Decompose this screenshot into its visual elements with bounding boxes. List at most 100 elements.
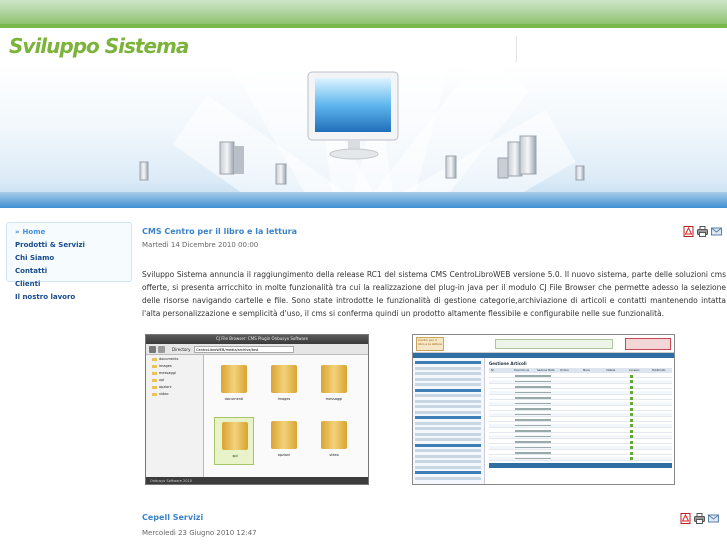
admin-side-item[interactable] [415, 383, 481, 386]
banner-illustration [139, 71, 585, 185]
admin-section-title: Gestione Articoli [489, 361, 527, 366]
admin-side-item[interactable] [415, 476, 481, 480]
admin-side-item[interactable] [415, 471, 481, 474]
table-row[interactable] [489, 374, 672, 378]
admin-side-item[interactable] [415, 449, 481, 452]
tree-item[interactable]: images [152, 364, 172, 368]
admin-side-item[interactable] [415, 410, 481, 414]
email-icon[interactable] [711, 226, 722, 237]
admin-side-item[interactable] [415, 460, 481, 463]
sidebar-item-clienti[interactable]: Clienti [15, 280, 40, 288]
table-row[interactable] [489, 401, 672, 406]
admin-side-item[interactable] [415, 372, 481, 375]
check-icon [630, 374, 633, 378]
pdf-icon[interactable] [680, 513, 691, 524]
site-title[interactable]: Sviluppo Sistema [9, 34, 189, 58]
toolbar: Directory CentroLibroWEB/media/archive/t… [146, 344, 368, 355]
admin-side-item[interactable] [415, 427, 481, 430]
admin-side-item[interactable] [415, 438, 481, 441]
table-row[interactable] [489, 429, 672, 433]
table-row[interactable] [489, 434, 672, 439]
header-banner [0, 66, 727, 208]
column-header: Visibile [606, 368, 616, 372]
screenshot-file-browser[interactable]: CJ File Browser: CMS Plugin Onbusyx Soft… [145, 334, 369, 485]
tree-item[interactable]: opzioni [152, 385, 172, 389]
table-row[interactable] [489, 396, 672, 400]
admin-header: Centro per il libro e la lettura [413, 335, 674, 353]
footer-text: Onbusyx Software 2010 [150, 479, 192, 483]
folder-icon [321, 365, 347, 393]
email-icon[interactable] [708, 513, 719, 524]
sidebar-item-prodotti[interactable]: Prodotti & Servizi [15, 241, 85, 249]
column-header: Accesso [629, 368, 640, 372]
check-icon [630, 391, 633, 394]
table-header: Nr. Descrizione Sezione Meta Ordine Menu Visi… [489, 368, 672, 373]
check-icon [630, 418, 633, 422]
article-tools-2 [680, 513, 719, 524]
admin-brand [625, 338, 671, 350]
admin-side-item[interactable] [415, 361, 481, 364]
column-header: Menu [583, 368, 591, 372]
table-row[interactable] [489, 440, 672, 444]
print-icon[interactable] [697, 226, 708, 237]
folder-icon [321, 421, 347, 449]
folder-label: messaggi [325, 397, 343, 401]
screenshot-admin-panel[interactable]: Centro per il libro e la lettura Gestion… [412, 334, 675, 485]
table-row[interactable] [489, 412, 672, 417]
folder-item[interactable]: xpl [214, 417, 254, 465]
table-row[interactable] [489, 379, 672, 384]
table-row[interactable] [489, 445, 672, 450]
title-divider [516, 36, 517, 62]
sidebar-item-il-nostro-lavoro[interactable]: Il nostro lavoro [15, 293, 75, 301]
tree-item[interactable]: messaggi [152, 371, 176, 375]
admin-side-item[interactable] [415, 416, 481, 419]
sidebar-item-label: Home [22, 228, 46, 236]
address-field[interactable]: CentroLibroWEB/media/archive/test [194, 346, 294, 353]
sidebar-item-chi-siamo[interactable]: Chi Siamo [15, 254, 54, 262]
row-text [515, 391, 551, 393]
admin-side-item[interactable] [415, 399, 481, 403]
column-header: Sezione Meta [537, 368, 555, 372]
folder-item[interactable]: messaggi [314, 361, 354, 409]
admin-side-item[interactable] [415, 432, 481, 436]
admin-side-item[interactable] [415, 443, 481, 447]
print-icon[interactable] [694, 513, 705, 524]
admin-side-item[interactable] [415, 394, 481, 397]
article-title-2[interactable]: Cepell Servizi [142, 513, 203, 522]
table-row[interactable] [489, 456, 672, 461]
tree-item-label: messaggi [159, 371, 176, 375]
tree-item[interactable]: video [152, 392, 169, 396]
row-text [515, 375, 551, 377]
folder-item[interactable]: video [314, 417, 354, 465]
sidebar-item-contatti[interactable]: Contatti [15, 267, 47, 275]
table-row[interactable] [489, 451, 672, 455]
admin-side-item[interactable] [415, 454, 481, 458]
admin-side-item[interactable] [415, 377, 481, 381]
window-titlebar: CJ File Browser: CMS Plugin Onbusyx Soft… [146, 335, 368, 344]
folder-item[interactable]: documenti [214, 361, 254, 409]
admin-side-item[interactable] [415, 366, 481, 370]
row-text [515, 424, 551, 426]
admin-side-item[interactable] [415, 405, 481, 408]
article-title[interactable]: CMS Centro per il libro e la lettura [142, 227, 297, 236]
sidebar-item-home[interactable]: » Home [15, 228, 45, 236]
table-row[interactable] [489, 418, 672, 422]
check-icon [630, 457, 633, 460]
back-icon[interactable] [149, 346, 156, 353]
forward-icon[interactable] [158, 346, 165, 353]
table-row[interactable] [489, 385, 672, 389]
row-text [515, 408, 551, 410]
folder-item[interactable]: opzioni [264, 417, 304, 465]
admin-side-item[interactable] [415, 465, 481, 469]
folder-item[interactable]: images [264, 361, 304, 409]
table-row[interactable] [489, 407, 672, 411]
pdf-icon[interactable] [683, 226, 694, 237]
admin-side-item[interactable] [415, 388, 481, 392]
tree-item[interactable]: documents [152, 357, 178, 361]
admin-side-item[interactable] [415, 421, 481, 425]
table-row[interactable] [489, 423, 672, 428]
table-row[interactable] [489, 390, 672, 395]
column-header: Pubblicato [652, 368, 666, 372]
tree-item-label: images [159, 364, 172, 368]
tree-item[interactable]: xpl [152, 378, 164, 382]
